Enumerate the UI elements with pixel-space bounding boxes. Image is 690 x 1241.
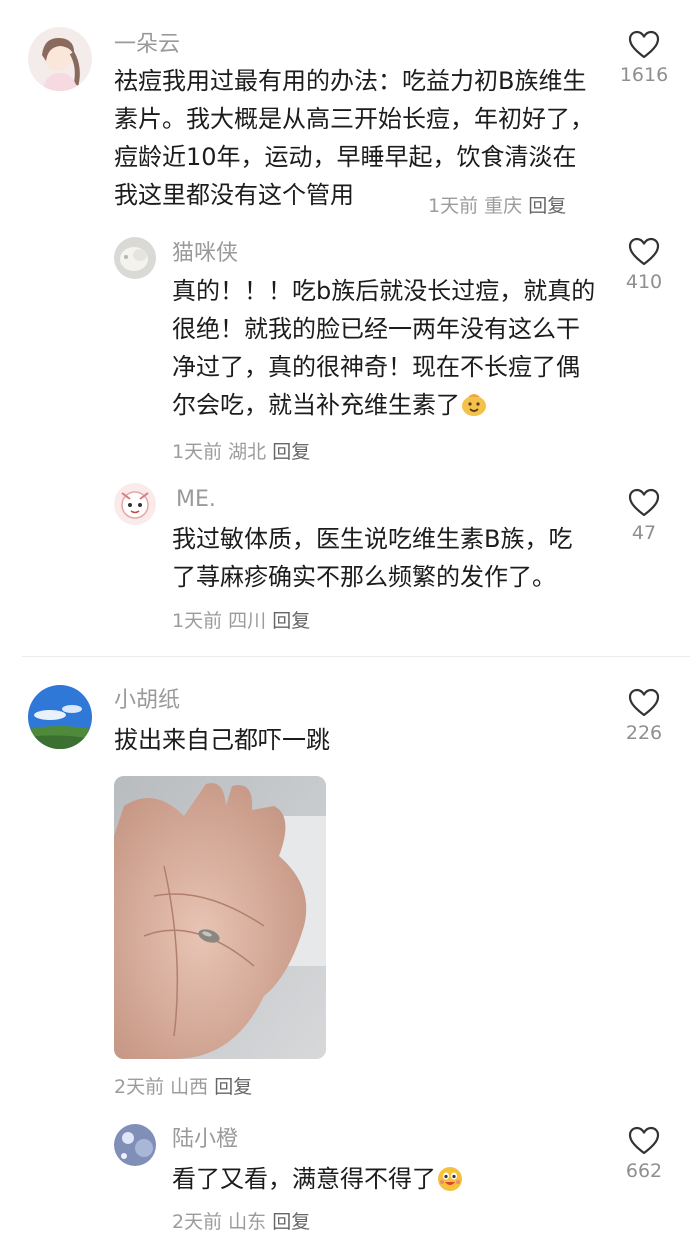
avatar-sky-landscape-icon bbox=[28, 685, 92, 749]
reply-meta: 1天前 湖北 回复 bbox=[172, 437, 310, 464]
smiling-face-emoji bbox=[462, 394, 486, 416]
reply-button[interactable]: 回复 bbox=[272, 610, 310, 632]
reply-text-content: 真的！！！吃b族后就没长过痘，就真的很绝！就我的脸已经一两年没有这么干净过了，真… bbox=[172, 277, 596, 419]
location: 四川 bbox=[228, 610, 267, 632]
username[interactable]: ME. bbox=[176, 486, 216, 514]
like-button[interactable]: 1616 bbox=[606, 30, 682, 86]
reply-text-content: 看了又看，满意得不得了 bbox=[172, 1165, 436, 1193]
comment-meta: 2天前 山西 回复 bbox=[114, 1072, 252, 1099]
comment-text: 拔出来自己都吓一跳 bbox=[114, 726, 330, 754]
location: 山东 bbox=[228, 1211, 267, 1233]
reply-meta: 2天前 山东 回复 bbox=[172, 1207, 310, 1234]
username[interactable]: 陆小橙 bbox=[172, 1126, 238, 1154]
like-count: 410 bbox=[625, 271, 663, 293]
heart-icon bbox=[628, 30, 660, 59]
username[interactable]: 一朵云 bbox=[114, 31, 180, 59]
like-count: 47 bbox=[631, 522, 657, 544]
location: 重庆 bbox=[484, 195, 523, 217]
like-count: 1616 bbox=[619, 64, 669, 86]
avatar-girl-icon bbox=[28, 27, 92, 91]
palm-photo bbox=[114, 776, 326, 1059]
avatar[interactable] bbox=[114, 483, 156, 525]
timestamp: 1天前 bbox=[428, 195, 479, 217]
reply-button[interactable]: 回复 bbox=[214, 1076, 252, 1098]
avatar-cat-icon bbox=[114, 237, 156, 279]
reply-text: 真的！！！吃b族后就没长过痘，就真的很绝！就我的脸已经一两年没有这么干净过了，真… bbox=[172, 272, 596, 424]
comment-meta: 1天前 重庆 回复 bbox=[428, 191, 566, 218]
like-button[interactable]: 226 bbox=[606, 688, 682, 744]
reply-button[interactable]: 回复 bbox=[272, 441, 310, 463]
like-button[interactable]: 662 bbox=[606, 1126, 682, 1182]
timestamp: 2天前 bbox=[114, 1076, 165, 1098]
timestamp: 1天前 bbox=[172, 441, 223, 463]
reply-text: 我过敏体质，医生说吃维生素B族，吃了荨麻疹确实不那么频繁的发作了。 bbox=[172, 525, 573, 591]
avatar[interactable] bbox=[114, 1124, 156, 1166]
reply-button[interactable]: 回复 bbox=[272, 1211, 310, 1233]
excited-face-emoji bbox=[438, 1167, 462, 1191]
avatar[interactable] bbox=[28, 27, 92, 91]
location: 湖北 bbox=[228, 441, 267, 463]
avatar-night-sky-icon bbox=[114, 1124, 156, 1166]
heart-icon bbox=[628, 237, 660, 266]
avatar-cartoon-icon bbox=[114, 483, 156, 525]
location: 山西 bbox=[170, 1076, 209, 1098]
heart-icon bbox=[628, 488, 660, 517]
heart-icon bbox=[628, 688, 660, 717]
username[interactable]: 小胡纸 bbox=[114, 687, 180, 715]
heart-icon bbox=[628, 1126, 660, 1155]
comment-divider bbox=[22, 656, 690, 657]
like-button[interactable]: 410 bbox=[606, 237, 682, 293]
comment-image[interactable] bbox=[114, 776, 326, 1059]
timestamp: 1天前 bbox=[172, 610, 223, 632]
username[interactable]: 猫咪侠 bbox=[172, 240, 238, 268]
reply-button[interactable]: 回复 bbox=[528, 195, 566, 217]
timestamp: 2天前 bbox=[172, 1211, 223, 1233]
reply-text: 看了又看，满意得不得了 bbox=[172, 1160, 596, 1198]
avatar[interactable] bbox=[114, 237, 156, 279]
like-count: 226 bbox=[625, 722, 663, 744]
reply-meta: 1天前 四川 回复 bbox=[172, 606, 310, 633]
avatar[interactable] bbox=[28, 685, 92, 749]
like-count: 662 bbox=[625, 1160, 663, 1182]
like-button[interactable]: 47 bbox=[606, 488, 682, 544]
